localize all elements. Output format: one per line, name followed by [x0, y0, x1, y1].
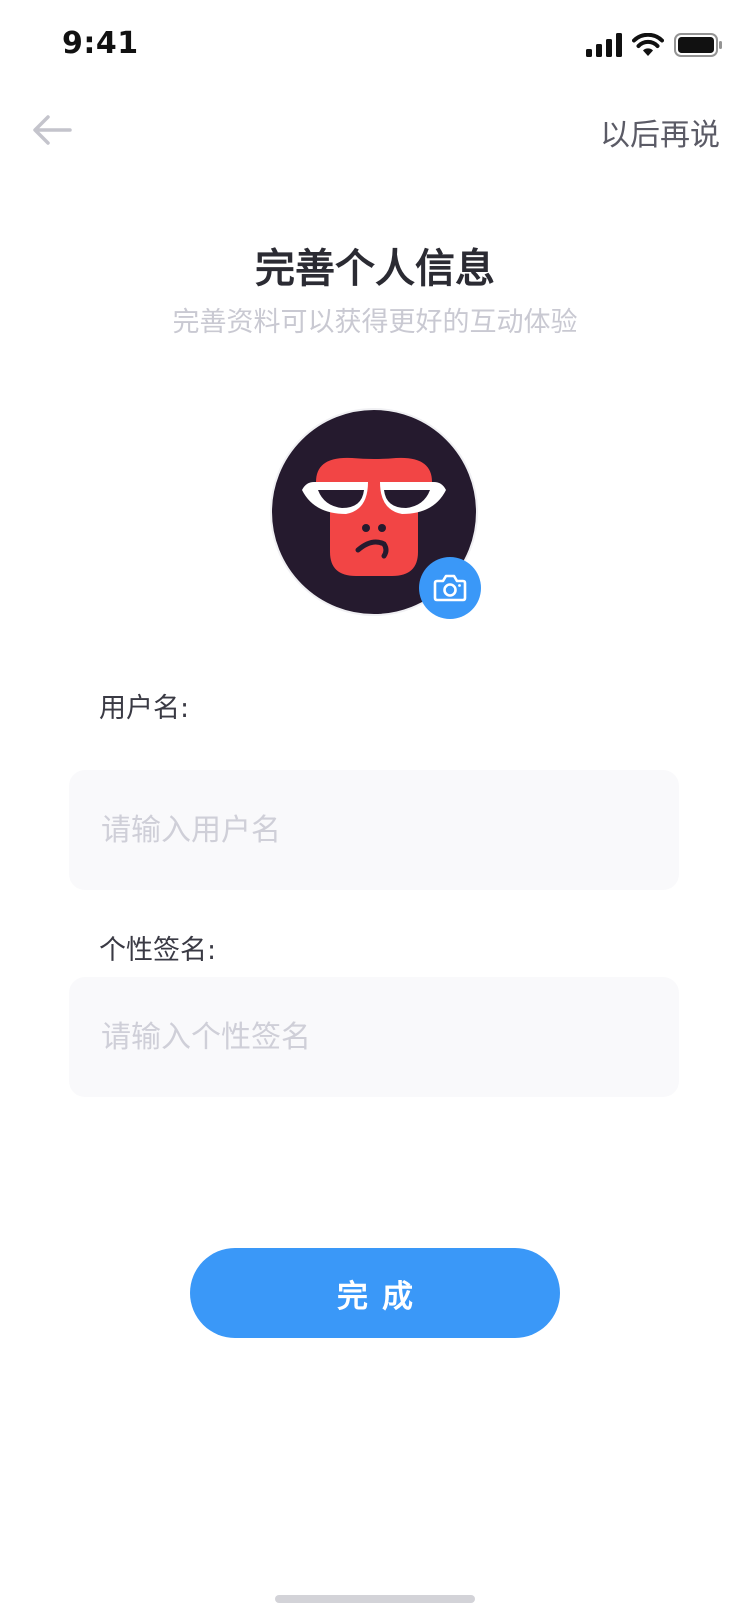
- signature-input[interactable]: [99, 1018, 649, 1056]
- skip-link[interactable]: 以后再说: [600, 110, 720, 154]
- camera-icon: [433, 574, 467, 602]
- signature-label: 个性签名:: [99, 935, 217, 966]
- cellular-signal-icon: [586, 33, 622, 57]
- username-field[interactable]: [69, 770, 679, 890]
- back-button[interactable]: [28, 110, 76, 150]
- avatar-section: [270, 408, 481, 619]
- status-icons: [586, 30, 722, 60]
- signature-field[interactable]: [69, 977, 679, 1097]
- change-avatar-button[interactable]: [419, 557, 481, 619]
- battery-icon: [674, 33, 722, 57]
- arrow-left-icon: [33, 115, 72, 145]
- complete-button[interactable]: 完成: [190, 1248, 560, 1338]
- home-indicator: [275, 1595, 475, 1603]
- page-subtitle: 完善资料可以获得更好的互动体验: [172, 307, 578, 338]
- page-title: 完善个人信息: [255, 246, 495, 292]
- status-time: 9:41: [62, 26, 139, 61]
- username-input[interactable]: [99, 811, 649, 849]
- wifi-icon: [632, 33, 664, 56]
- username-label: 用户名:: [99, 693, 190, 724]
